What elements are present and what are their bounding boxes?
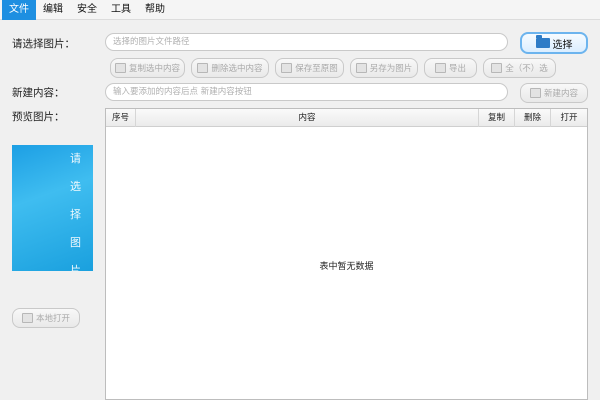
menu-help[interactable]: 帮助 xyxy=(138,0,172,20)
copy-icon xyxy=(114,63,126,73)
new-content-input[interactable]: 输入要添加的内容后点 新建内容按钮 xyxy=(105,83,508,101)
folder-icon xyxy=(535,35,550,48)
monitor-icon xyxy=(491,63,503,73)
local-open-button[interactable]: 本地打开 xyxy=(12,308,80,328)
new-content-button[interactable]: 新建内容 xyxy=(520,83,588,103)
copy-selected-label: 复制选中内容 xyxy=(128,64,180,74)
column-header-open: 打开 xyxy=(560,113,578,123)
delete-icon xyxy=(197,63,209,73)
select-all-label: 全（不）选 xyxy=(505,64,548,74)
select-button-label: 选择 xyxy=(552,39,573,51)
image-path-input[interactable]: 选择的图片文件路径 xyxy=(105,33,508,51)
local-open-label: 本地打开 xyxy=(35,314,70,324)
content-table: 序号 内容 复制 删除 打开 表中暂无数据 xyxy=(105,108,588,400)
table-header: 序号 内容 复制 删除 打开 xyxy=(106,109,587,127)
menu-tools[interactable]: 工具 xyxy=(104,0,138,20)
save-as-image-button[interactable]: 另存为图片 xyxy=(350,58,418,78)
table-empty-message: 表中暂无数据 xyxy=(319,262,374,272)
menu-security[interactable]: 安全 xyxy=(70,0,104,20)
select-all-button[interactable]: 全（不）选 xyxy=(483,58,556,78)
new-content-icon xyxy=(529,88,541,98)
save-to-original-button[interactable]: 保存至原图 xyxy=(275,58,344,78)
column-header-content: 内容 xyxy=(136,109,479,127)
preview-label: 预览图片： xyxy=(12,111,65,123)
select-button[interactable]: 选择 xyxy=(520,32,588,54)
image-icon xyxy=(21,313,33,323)
copy-selected-button[interactable]: 复制选中内容 xyxy=(110,58,185,78)
delete-selected-button[interactable]: 删除选中内容 xyxy=(191,58,269,78)
new-content-button-label: 新建内容 xyxy=(543,89,578,99)
export-icon xyxy=(434,63,446,73)
select-image-label: 请选择图片： xyxy=(12,38,75,50)
save-as-image-label: 另存为图片 xyxy=(369,64,413,74)
column-header-index: 序号 xyxy=(106,109,136,127)
export-button[interactable]: 导出 xyxy=(424,58,477,78)
save-as-icon xyxy=(355,63,367,73)
menu-edit[interactable]: 编辑 xyxy=(36,0,70,20)
preview-image-text: 请选择图片 xyxy=(70,152,81,271)
column-header-copy: 复制 xyxy=(479,109,515,127)
preview-image: 请选择图片 xyxy=(12,145,93,271)
column-header-delete: 删除 xyxy=(515,109,551,127)
new-content-label: 新建内容： xyxy=(12,87,65,99)
menu-bar: 文件 编辑 安全 工具 帮助 xyxy=(0,0,600,20)
save-to-original-label: 保存至原图 xyxy=(295,64,338,74)
menu-file[interactable]: 文件 xyxy=(2,0,36,20)
export-label: 导出 xyxy=(448,64,466,74)
delete-selected-label: 删除选中内容 xyxy=(211,64,263,74)
save-icon xyxy=(281,63,293,73)
